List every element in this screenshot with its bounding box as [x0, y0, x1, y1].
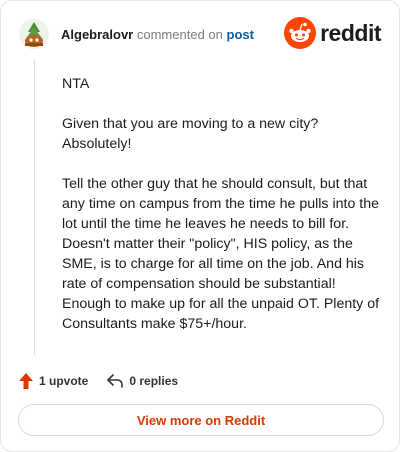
reddit-wordmark: reddit: [320, 19, 381, 46]
view-more-button[interactable]: View more on Reddit: [18, 404, 384, 436]
comment-actions: 1 upvote 0 replies: [18, 371, 178, 391]
reddit-brand[interactable]: reddit: [284, 17, 381, 49]
upvote-button[interactable]: 1 upvote: [18, 372, 88, 390]
reply-arrow-icon: [107, 374, 124, 388]
username[interactable]: Algebralovr: [61, 27, 133, 42]
comment-paragraph: Given that you are moving to a new city?…: [62, 116, 319, 152]
user-avatar[interactable]: [19, 19, 49, 49]
action-text: commented on: [136, 26, 223, 42]
replies-button[interactable]: 0 replies: [106, 373, 178, 389]
comment-meta: Algebralovr commented on post: [61, 27, 254, 42]
comment-paragraph: NTA: [62, 76, 90, 92]
upvote-arrow-icon: [19, 373, 33, 389]
comment-paragraph: Tell the other guy that he should consul…: [62, 176, 380, 332]
replies-count: 0 replies: [129, 374, 179, 388]
post-link[interactable]: post: [227, 27, 254, 42]
comment-embed-card: Algebralovr commented on post reddit NTA…: [0, 0, 400, 452]
thread-line: [34, 59, 35, 355]
reddit-snoo-icon: [284, 17, 317, 49]
upvote-count: 1 upvote: [39, 374, 89, 388]
avatar-image-icon: [19, 19, 49, 49]
comment-body: NTA Given that you are moving to a new c…: [62, 74, 380, 354]
